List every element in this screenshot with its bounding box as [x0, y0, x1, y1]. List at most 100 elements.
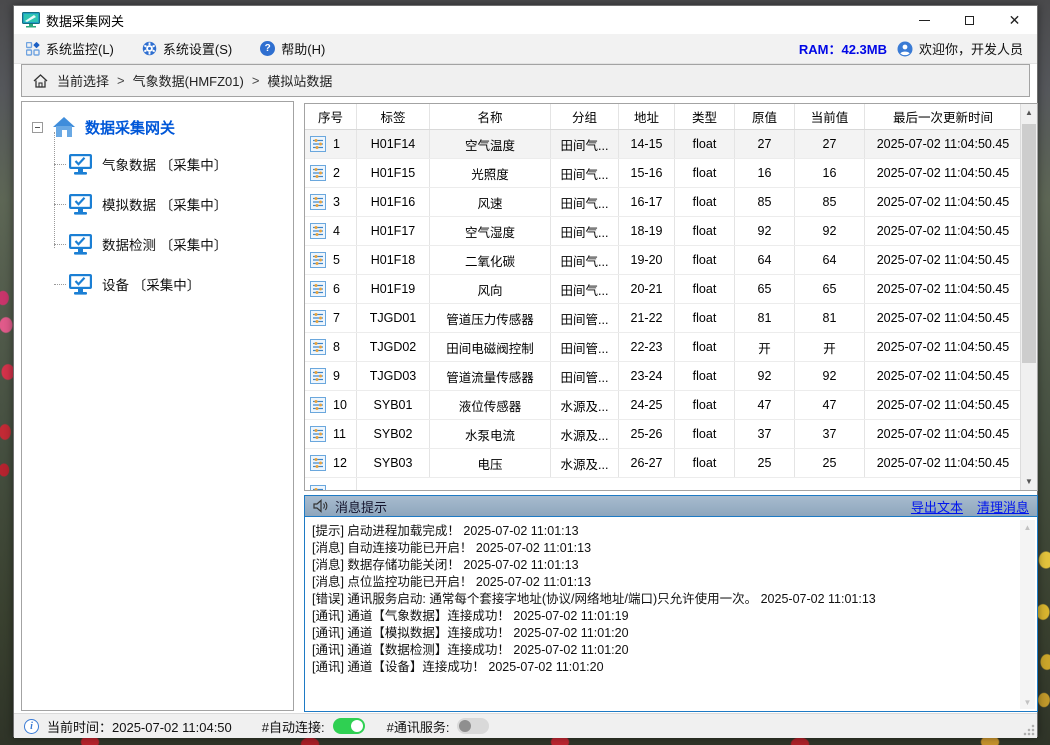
tree-item-detection[interactable]: 数据检测 〔采集中〕	[54, 224, 285, 264]
cell-time: 2025-07-02 11:04:50.45	[865, 159, 1021, 187]
app-window: 数据采集网关 ✕ 系统监控(L)	[13, 5, 1038, 737]
table-row[interactable]: 3H01F16风速田间气...16-17float85852025-07-02 …	[305, 188, 1021, 217]
statusbar: i 当前时间：2025-07-02 11:04:50 #自动连接: #通讯服务:	[14, 713, 1037, 738]
cell-type: float	[675, 304, 735, 332]
cell-name: 田间电磁阀控制	[430, 333, 551, 361]
comm-service-toggle[interactable]	[457, 718, 489, 734]
table-row[interactable]: 2H01F15光照度田间气...15-16float16162025-07-02…	[305, 159, 1021, 188]
column-header[interactable]: 当前值	[795, 104, 865, 129]
cell-name: 液位传感器	[430, 391, 551, 419]
column-header[interactable]: 地址	[619, 104, 675, 129]
tree-item-simulation[interactable]: 模拟数据 〔采集中〕	[54, 184, 285, 224]
current-time-value: 2025-07-02 11:04:50	[112, 720, 232, 735]
cell-addr: 26-27	[619, 449, 675, 477]
cell-no: 3	[305, 188, 357, 216]
table-vertical-scrollbar[interactable]: ▲ ▼	[1020, 104, 1037, 490]
cell-type: float	[675, 420, 735, 448]
tag-config-icon	[310, 339, 326, 355]
column-header[interactable]: 序号	[305, 104, 357, 129]
table-row[interactable]: 7TJGD01管道压力传感器田间管...21-22float81812025-0…	[305, 304, 1021, 333]
cell-name: 光照度	[430, 159, 551, 187]
cell-name: 风速	[430, 188, 551, 216]
scrollbar-thumb[interactable]	[1022, 124, 1036, 363]
scroll-up-icon[interactable]: ▲	[1021, 104, 1037, 121]
cell-name: 电压	[430, 449, 551, 477]
scroll-down-icon[interactable]: ▼	[1020, 695, 1035, 709]
tree-item-label: 气象数据 〔采集中〕	[102, 154, 227, 174]
tree-item-device[interactable]: 设备 〔采集中〕	[54, 264, 285, 304]
maximize-icon	[965, 16, 974, 25]
tag-config-icon	[310, 281, 326, 297]
menu-system-settings[interactable]: 系统设置(S)	[128, 34, 246, 63]
cell-tag: TJGD01	[357, 304, 430, 332]
table-row[interactable]: 11SYB02水泵电流水源及...25-26float37372025-07-0…	[305, 420, 1021, 449]
scroll-down-icon[interactable]: ▼	[1021, 473, 1037, 490]
cell-type: float	[675, 130, 735, 158]
breadcrumb-item-channel[interactable]: 气象数据(HMFZ01)	[133, 71, 244, 90]
gear-icon	[142, 41, 157, 56]
cell-time: 2025-07-02 11:04:50.45	[865, 217, 1021, 245]
monitor-check-icon	[68, 233, 93, 256]
cell-raw: 64	[735, 246, 795, 274]
cell-raw: 25	[735, 449, 795, 477]
cell-tag: H01F18	[357, 246, 430, 274]
cell-cur: 81	[795, 304, 865, 332]
auto-connect-toggle[interactable]	[333, 718, 365, 734]
menu-help[interactable]: ? 帮助(H)	[246, 34, 339, 63]
table-row[interactable]: 12SYB03电压水源及...26-27float25252025-07-02 …	[305, 449, 1021, 478]
menu-item-label: 帮助(H)	[281, 39, 325, 58]
clear-messages-link[interactable]: 清理消息	[977, 497, 1029, 516]
table-row[interactable]: 4H01F17空气湿度田间气...18-19float92922025-07-0…	[305, 217, 1021, 246]
table-row[interactable]: 1H01F14空气温度田间气...14-15float27272025-07-0…	[305, 130, 1021, 159]
scroll-up-icon[interactable]: ▲	[1020, 520, 1035, 534]
resize-grip-icon[interactable]	[1022, 723, 1035, 736]
cell-cur: 65	[795, 275, 865, 303]
cell-raw: 92	[735, 217, 795, 245]
tree-root[interactable]: 数据采集网关	[32, 116, 285, 138]
tag-config-icon	[310, 455, 326, 471]
user-icon	[897, 41, 913, 57]
cell-type: float	[675, 362, 735, 390]
cell-cur: 64	[795, 246, 865, 274]
table-row[interactable]: 5H01F18二氧化碳田间气...19-20float64642025-07-0…	[305, 246, 1021, 275]
cell-type: float	[675, 391, 735, 419]
minimize-button[interactable]	[902, 6, 947, 34]
window-title: 数据采集网关	[46, 11, 124, 30]
table-row[interactable]	[305, 478, 1021, 491]
menubar: 系统监控(L) 系统设置(S)	[14, 34, 1037, 64]
table-row[interactable]: 8TJGD02田间电磁阀控制田间管...22-23float开开2025-07-…	[305, 333, 1021, 362]
menu-system-monitor[interactable]: 系统监控(L)	[14, 34, 128, 63]
welcome-label: 欢迎你，开发人员	[919, 39, 1023, 58]
table-row[interactable]: 9TJGD03管道流量传感器田间管...23-24float92922025-0…	[305, 362, 1021, 391]
app-icon	[22, 12, 40, 28]
message-scrollbar[interactable]: ▲ ▼	[1020, 520, 1035, 709]
home-icon[interactable]	[32, 73, 49, 89]
column-header[interactable]: 名称	[430, 104, 551, 129]
speaker-icon	[313, 499, 328, 513]
breadcrumb-item-current[interactable]: 当前选择	[57, 71, 109, 90]
table-body: 1H01F14空气温度田间气...14-15float27272025-07-0…	[305, 130, 1037, 491]
table-row[interactable]: 6H01F19风向田间气...20-21float65652025-07-02 …	[305, 275, 1021, 304]
collapse-icon[interactable]	[32, 122, 43, 133]
log-line: [消息] 自动连接功能已开启！ 2025-07-02 11:01:13	[312, 540, 1017, 557]
cell-addr: 20-21	[619, 275, 675, 303]
cell-no: 8	[305, 333, 357, 361]
cell-cur: 85	[795, 188, 865, 216]
tree-root-label: 数据采集网关	[85, 117, 175, 138]
export-text-link[interactable]: 导出文本	[911, 497, 963, 516]
cell-tag: H01F16	[357, 188, 430, 216]
tree-item-weather[interactable]: 气象数据 〔采集中〕	[54, 144, 285, 184]
column-header[interactable]: 最后一次更新时间	[865, 104, 1021, 129]
column-header[interactable]: 分组	[551, 104, 619, 129]
column-header[interactable]: 类型	[675, 104, 735, 129]
log-line: [通讯] 通道【模拟数据】连接成功！ 2025-07-02 11:01:20	[312, 625, 1017, 642]
column-header[interactable]: 原值	[735, 104, 795, 129]
menu-item-label: 系统设置(S)	[163, 39, 232, 58]
breadcrumb-item-page[interactable]: 模拟站数据	[267, 71, 332, 90]
close-button[interactable]: ✕	[992, 6, 1037, 34]
maximize-button[interactable]	[947, 6, 992, 34]
column-header[interactable]: 标签	[357, 104, 430, 129]
message-panel-header: 消息提示 导出文本 清理消息	[305, 496, 1037, 517]
table-row[interactable]: 10SYB01液位传感器水源及...24-25float47472025-07-…	[305, 391, 1021, 420]
cell-addr: 18-19	[619, 217, 675, 245]
